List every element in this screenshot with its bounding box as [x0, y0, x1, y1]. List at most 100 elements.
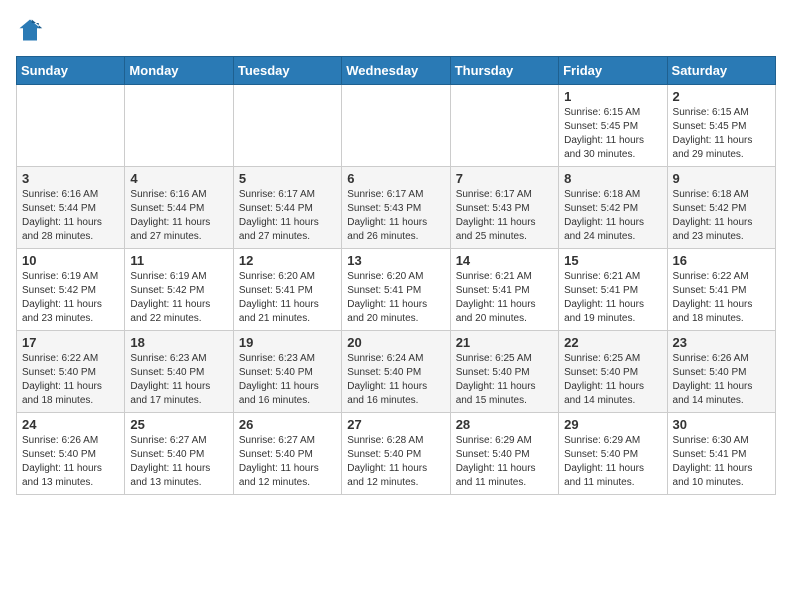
day-number: 8	[564, 171, 661, 186]
calendar-cell: 15 Sunrise: 6:21 AM Sunset: 5:41 PM Dayli…	[559, 249, 667, 331]
day-number: 6	[347, 171, 444, 186]
day-number: 16	[673, 253, 770, 268]
calendar-cell	[233, 85, 341, 167]
calendar-week-row: 1 Sunrise: 6:15 AM Sunset: 5:45 PM Daylig…	[17, 85, 776, 167]
day-number: 12	[239, 253, 336, 268]
logo	[16, 16, 48, 44]
day-number: 25	[130, 417, 227, 432]
day-info: Sunrise: 6:22 AM Sunset: 5:41 PM Dayligh…	[673, 270, 770, 326]
day-number: 20	[347, 335, 444, 350]
day-number: 13	[347, 253, 444, 268]
day-info: Sunrise: 6:17 AM Sunset: 5:43 PM Dayligh…	[456, 188, 553, 244]
day-info: Sunrise: 6:23 AM Sunset: 5:40 PM Dayligh…	[239, 352, 336, 408]
day-info: Sunrise: 6:17 AM Sunset: 5:43 PM Dayligh…	[347, 188, 444, 244]
day-info: Sunrise: 6:21 AM Sunset: 5:41 PM Dayligh…	[564, 270, 661, 326]
day-info: Sunrise: 6:19 AM Sunset: 5:42 PM Dayligh…	[130, 270, 227, 326]
day-number: 23	[673, 335, 770, 350]
calendar-cell: 3Sunrise: 6:16 AM Sunset: 5:44 PM Daylig…	[17, 167, 125, 249]
weekday-header: Thursday	[450, 57, 558, 85]
day-info: Sunrise: 6:22 AM Sunset: 5:40 PM Dayligh…	[22, 352, 119, 408]
calendar-cell	[342, 85, 450, 167]
day-info: Sunrise: 6:18 AM Sunset: 5:42 PM Dayligh…	[564, 188, 661, 244]
calendar-cell	[125, 85, 233, 167]
calendar-cell: 25 Sunrise: 6:27 AM Sunset: 5:40 PM Dayli…	[125, 413, 233, 495]
calendar-cell: 12 Sunrise: 6:20 AM Sunset: 5:41 PM Dayli…	[233, 249, 341, 331]
day-info: Sunrise: 6:28 AM Sunset: 5:40 PM Dayligh…	[347, 434, 444, 490]
day-info: Sunrise: 6:29 AM Sunset: 5:40 PM Dayligh…	[564, 434, 661, 490]
calendar-cell: 17 Sunrise: 6:22 AM Sunset: 5:40 PM Dayli…	[17, 331, 125, 413]
day-number: 27	[347, 417, 444, 432]
day-number: 14	[456, 253, 553, 268]
day-info: Sunrise: 6:21 AM Sunset: 5:41 PM Dayligh…	[456, 270, 553, 326]
day-info: Sunrise: 6:25 AM Sunset: 5:40 PM Dayligh…	[564, 352, 661, 408]
day-number: 29	[564, 417, 661, 432]
calendar-week-row: 24 Sunrise: 6:26 AM Sunset: 5:40 PM Dayli…	[17, 413, 776, 495]
calendar-cell: 13 Sunrise: 6:20 AM Sunset: 5:41 PM Dayli…	[342, 249, 450, 331]
calendar-header-row: SundayMondayTuesdayWednesdayThursdayFrid…	[17, 57, 776, 85]
calendar-cell: 1 Sunrise: 6:15 AM Sunset: 5:45 PM Daylig…	[559, 85, 667, 167]
day-info: Sunrise: 6:26 AM Sunset: 5:40 PM Dayligh…	[673, 352, 770, 408]
day-info: Sunrise: 6:27 AM Sunset: 5:40 PM Dayligh…	[130, 434, 227, 490]
weekday-header: Monday	[125, 57, 233, 85]
page-header	[16, 16, 776, 44]
day-info: Sunrise: 6:20 AM Sunset: 5:41 PM Dayligh…	[239, 270, 336, 326]
day-number: 30	[673, 417, 770, 432]
calendar-cell: 28Sunrise: 6:29 AM Sunset: 5:40 PM Dayli…	[450, 413, 558, 495]
day-info: Sunrise: 6:16 AM Sunset: 5:44 PM Dayligh…	[130, 188, 227, 244]
calendar-table: SundayMondayTuesdayWednesdayThursdayFrid…	[16, 56, 776, 495]
calendar-week-row: 17 Sunrise: 6:22 AM Sunset: 5:40 PM Dayli…	[17, 331, 776, 413]
day-number: 28	[456, 417, 553, 432]
day-number: 19	[239, 335, 336, 350]
day-info: Sunrise: 6:26 AM Sunset: 5:40 PM Dayligh…	[22, 434, 119, 490]
calendar-cell: 16 Sunrise: 6:22 AM Sunset: 5:41 PM Dayli…	[667, 249, 775, 331]
weekday-header: Friday	[559, 57, 667, 85]
calendar-cell: 8 Sunrise: 6:18 AM Sunset: 5:42 PM Daylig…	[559, 167, 667, 249]
calendar-cell	[450, 85, 558, 167]
day-number: 26	[239, 417, 336, 432]
calendar-cell: 18 Sunrise: 6:23 AM Sunset: 5:40 PM Dayli…	[125, 331, 233, 413]
day-info: Sunrise: 6:15 AM Sunset: 5:45 PM Dayligh…	[673, 106, 770, 162]
day-number: 22	[564, 335, 661, 350]
calendar-cell: 19 Sunrise: 6:23 AM Sunset: 5:40 PM Dayli…	[233, 331, 341, 413]
weekday-header: Saturday	[667, 57, 775, 85]
day-number: 1	[564, 89, 661, 104]
day-info: Sunrise: 6:20 AM Sunset: 5:41 PM Dayligh…	[347, 270, 444, 326]
day-number: 4	[130, 171, 227, 186]
weekday-header: Wednesday	[342, 57, 450, 85]
day-info: Sunrise: 6:25 AM Sunset: 5:40 PM Dayligh…	[456, 352, 553, 408]
day-number: 11	[130, 253, 227, 268]
calendar-week-row: 3 Sunrise: 6:16 AM Sunset: 5:44 PM Daylig…	[17, 167, 776, 249]
day-number: 18	[130, 335, 227, 350]
day-info: Sunrise: 6:17 AM Sunset: 5:44 PM Dayligh…	[239, 188, 336, 244]
calendar-cell: 7Sunrise: 6:17 AM Sunset: 5:43 PM Daylig…	[450, 167, 558, 249]
calendar-cell: 4 Sunrise: 6:16 AM Sunset: 5:44 PM Daylig…	[125, 167, 233, 249]
day-number: 10	[22, 253, 119, 268]
weekday-header: Tuesday	[233, 57, 341, 85]
day-number: 21	[456, 335, 553, 350]
calendar-cell: 11 Sunrise: 6:19 AM Sunset: 5:42 PM Dayli…	[125, 249, 233, 331]
day-number: 3	[22, 171, 119, 186]
day-number: 5	[239, 171, 336, 186]
day-number: 15	[564, 253, 661, 268]
day-info: Sunrise: 6:18 AM Sunset: 5:42 PM Dayligh…	[673, 188, 770, 244]
calendar-cell: 5 Sunrise: 6:17 AM Sunset: 5:44 PM Daylig…	[233, 167, 341, 249]
calendar-cell: 26 Sunrise: 6:27 AM Sunset: 5:40 PM Dayli…	[233, 413, 341, 495]
day-info: Sunrise: 6:27 AM Sunset: 5:40 PM Dayligh…	[239, 434, 336, 490]
day-info: Sunrise: 6:30 AM Sunset: 5:41 PM Dayligh…	[673, 434, 770, 490]
day-info: Sunrise: 6:19 AM Sunset: 5:42 PM Dayligh…	[22, 270, 119, 326]
calendar-cell: 27 Sunrise: 6:28 AM Sunset: 5:40 PM Dayli…	[342, 413, 450, 495]
calendar-cell: 23 Sunrise: 6:26 AM Sunset: 5:40 PM Dayli…	[667, 331, 775, 413]
day-number: 2	[673, 89, 770, 104]
calendar-cell: 14 Sunrise: 6:21 AM Sunset: 5:41 PM Dayli…	[450, 249, 558, 331]
calendar-cell: 22 Sunrise: 6:25 AM Sunset: 5:40 PM Dayli…	[559, 331, 667, 413]
day-info: Sunrise: 6:24 AM Sunset: 5:40 PM Dayligh…	[347, 352, 444, 408]
day-number: 17	[22, 335, 119, 350]
calendar-cell	[17, 85, 125, 167]
day-info: Sunrise: 6:23 AM Sunset: 5:40 PM Dayligh…	[130, 352, 227, 408]
day-info: Sunrise: 6:15 AM Sunset: 5:45 PM Dayligh…	[564, 106, 661, 162]
day-number: 24	[22, 417, 119, 432]
calendar-cell: 10 Sunrise: 6:19 AM Sunset: 5:42 PM Dayli…	[17, 249, 125, 331]
calendar-cell: 6 Sunrise: 6:17 AM Sunset: 5:43 PM Daylig…	[342, 167, 450, 249]
calendar-cell: 2 Sunrise: 6:15 AM Sunset: 5:45 PM Daylig…	[667, 85, 775, 167]
calendar-cell: 9Sunrise: 6:18 AM Sunset: 5:42 PM Daylig…	[667, 167, 775, 249]
